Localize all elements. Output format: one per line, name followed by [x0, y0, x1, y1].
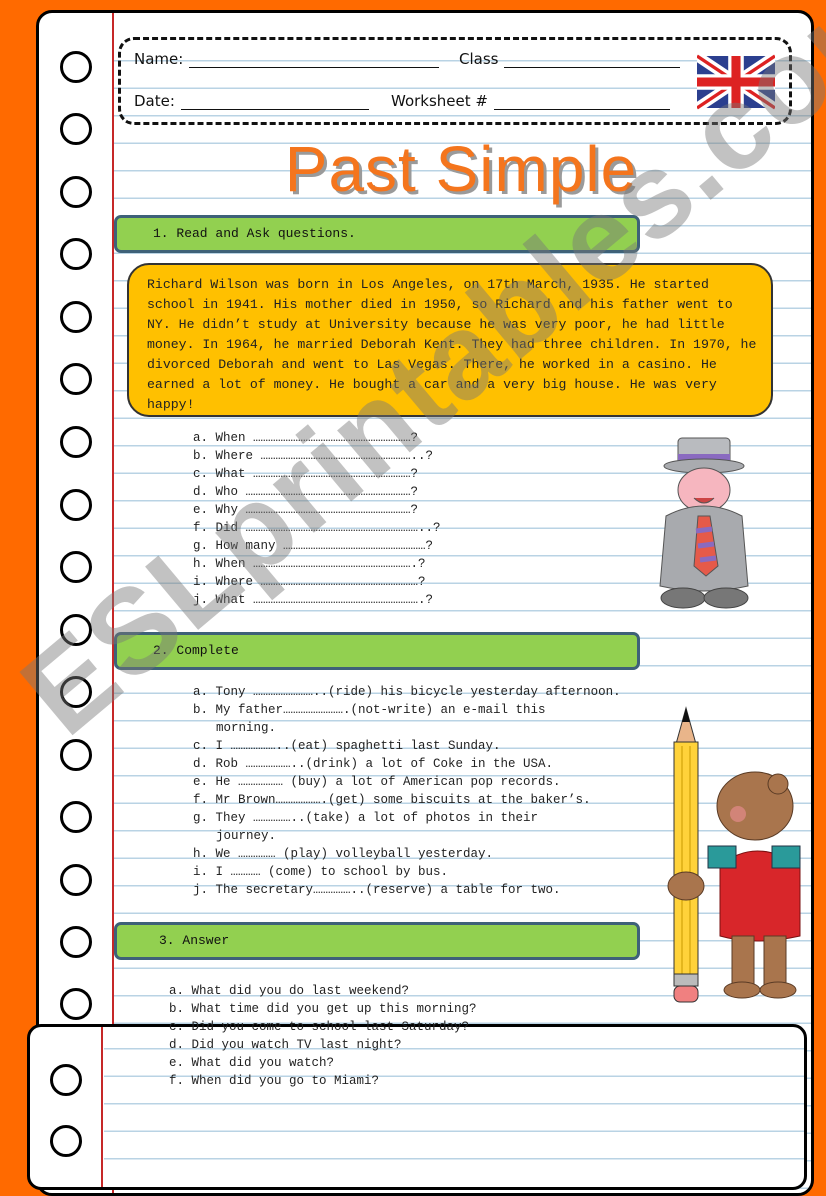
date-field[interactable]: Date:	[134, 92, 369, 110]
name-blank[interactable]	[189, 51, 440, 68]
question-item[interactable]: b. Where ……………………………………………………..?	[193, 447, 441, 465]
binder-hole	[60, 426, 92, 458]
binder-hole	[60, 363, 92, 395]
section-1-heading: 1. Read and Ask questions.	[153, 226, 356, 241]
question-item[interactable]: c. What ………………………………………………………?	[193, 465, 441, 483]
bear-with-pencil-illustration	[667, 706, 801, 1003]
question-item[interactable]: e. Why …………………………………………………………?	[193, 501, 441, 519]
date-label: Date:	[134, 92, 175, 110]
answer-item[interactable]: d. Did you watch TV last night?	[169, 1036, 477, 1054]
binder-hole	[60, 614, 92, 646]
answer-item[interactable]: c. Did you come to school last Saturday?	[169, 1018, 477, 1036]
worksheet-label: Worksheet #	[391, 92, 488, 110]
binder-hole	[60, 551, 92, 583]
binder-hole	[60, 489, 92, 521]
boy-top-hat-illustration	[659, 437, 749, 609]
complete-item[interactable]: c. I ………………..(eat) spaghetti last Sunday…	[193, 737, 621, 755]
binder-hole	[60, 301, 92, 333]
question-list: a. When ………………………………………………………? b. Where ……	[193, 429, 441, 609]
binder-hole	[60, 926, 92, 958]
section-2-heading: 2. Complete	[153, 643, 239, 658]
reading-text: Richard Wilson was born in Los Angeles, …	[147, 277, 765, 412]
class-blank[interactable]	[504, 51, 681, 68]
answer-list: a. What did you do last weekend? b. What …	[169, 982, 477, 1090]
complete-item[interactable]: j. The secretary……………..(reserve) a table…	[193, 881, 621, 899]
reading-text-box: Richard Wilson was born in Los Angeles, …	[127, 263, 773, 417]
question-item[interactable]: a. When ………………………………………………………?	[193, 429, 441, 447]
name-field[interactable]: Name:	[134, 50, 440, 68]
binder-hole	[60, 864, 92, 896]
complete-item[interactable]: h. We …………… (play) volleyball yesterday.	[193, 845, 621, 863]
complete-list: a. Tony ……………………..(ride) his bicycle yes…	[193, 683, 621, 899]
complete-item-continuation[interactable]: morning.	[193, 719, 621, 737]
binder-hole	[60, 238, 92, 270]
question-item[interactable]: g. How many …………………………………………………?	[193, 537, 441, 555]
worksheet-field[interactable]: Worksheet #	[391, 92, 670, 110]
complete-item[interactable]: g. They ……………..(take) a lot of photos in…	[193, 809, 621, 827]
worksheet-title: Past Simple	[284, 133, 638, 205]
question-item[interactable]: d. Who …………………………………………………………?	[193, 483, 441, 501]
question-item[interactable]: j. What ………………………………………………………….?	[193, 591, 441, 609]
margin-line	[101, 1027, 103, 1187]
question-item[interactable]: f. Did ……………………………………………………………..?	[193, 519, 441, 537]
binder-hole	[60, 51, 92, 83]
answer-item[interactable]: b. What time did you get up this morning…	[169, 1000, 477, 1018]
answer-item[interactable]: f. When did you go to Miami?	[169, 1072, 477, 1090]
binder-hole	[60, 676, 92, 708]
question-item[interactable]: i. Where ………………………………………………………?	[193, 573, 441, 591]
name-label: Name:	[134, 50, 184, 68]
complete-item[interactable]: f. Mr Brown……………….(get) some biscuits at…	[193, 791, 621, 809]
complete-item-continuation[interactable]: journey.	[193, 827, 621, 845]
answer-item[interactable]: a. What did you do last weekend?	[169, 982, 477, 1000]
binder-hole	[50, 1125, 82, 1157]
student-info-box: Name: Class Date: Worksheet #	[118, 37, 792, 125]
union-jack-flag-icon	[697, 54, 775, 110]
binder-hole	[60, 988, 92, 1020]
date-blank[interactable]	[180, 93, 369, 110]
binder-hole	[50, 1064, 82, 1096]
complete-item[interactable]: e. He ……………… (buy) a lot of American pop…	[193, 773, 621, 791]
complete-item[interactable]: d. Rob ………………..(drink) a lot of Coke in …	[193, 755, 621, 773]
complete-item[interactable]: i. I ………… (come) to school by bus.	[193, 863, 621, 881]
binder-hole	[60, 801, 92, 833]
section-1-header: 1. Read and Ask questions.	[114, 215, 640, 253]
binder-hole	[60, 739, 92, 771]
section-2-header: 2. Complete	[114, 632, 640, 670]
question-item[interactable]: h. When ……………………………………………………….?	[193, 555, 441, 573]
worksheet-blank[interactable]	[493, 93, 670, 110]
answer-item[interactable]: e. What did you watch?	[169, 1054, 477, 1072]
class-field[interactable]: Class	[459, 50, 681, 68]
class-label: Class	[459, 50, 499, 68]
complete-item[interactable]: b. My father…………………….(not-write) an e-ma…	[193, 701, 621, 719]
section-3-heading: 3. Answer	[159, 933, 230, 948]
complete-item[interactable]: a. Tony ……………………..(ride) his bicycle yes…	[193, 683, 621, 701]
section-3-header: 3. Answer	[114, 922, 640, 960]
